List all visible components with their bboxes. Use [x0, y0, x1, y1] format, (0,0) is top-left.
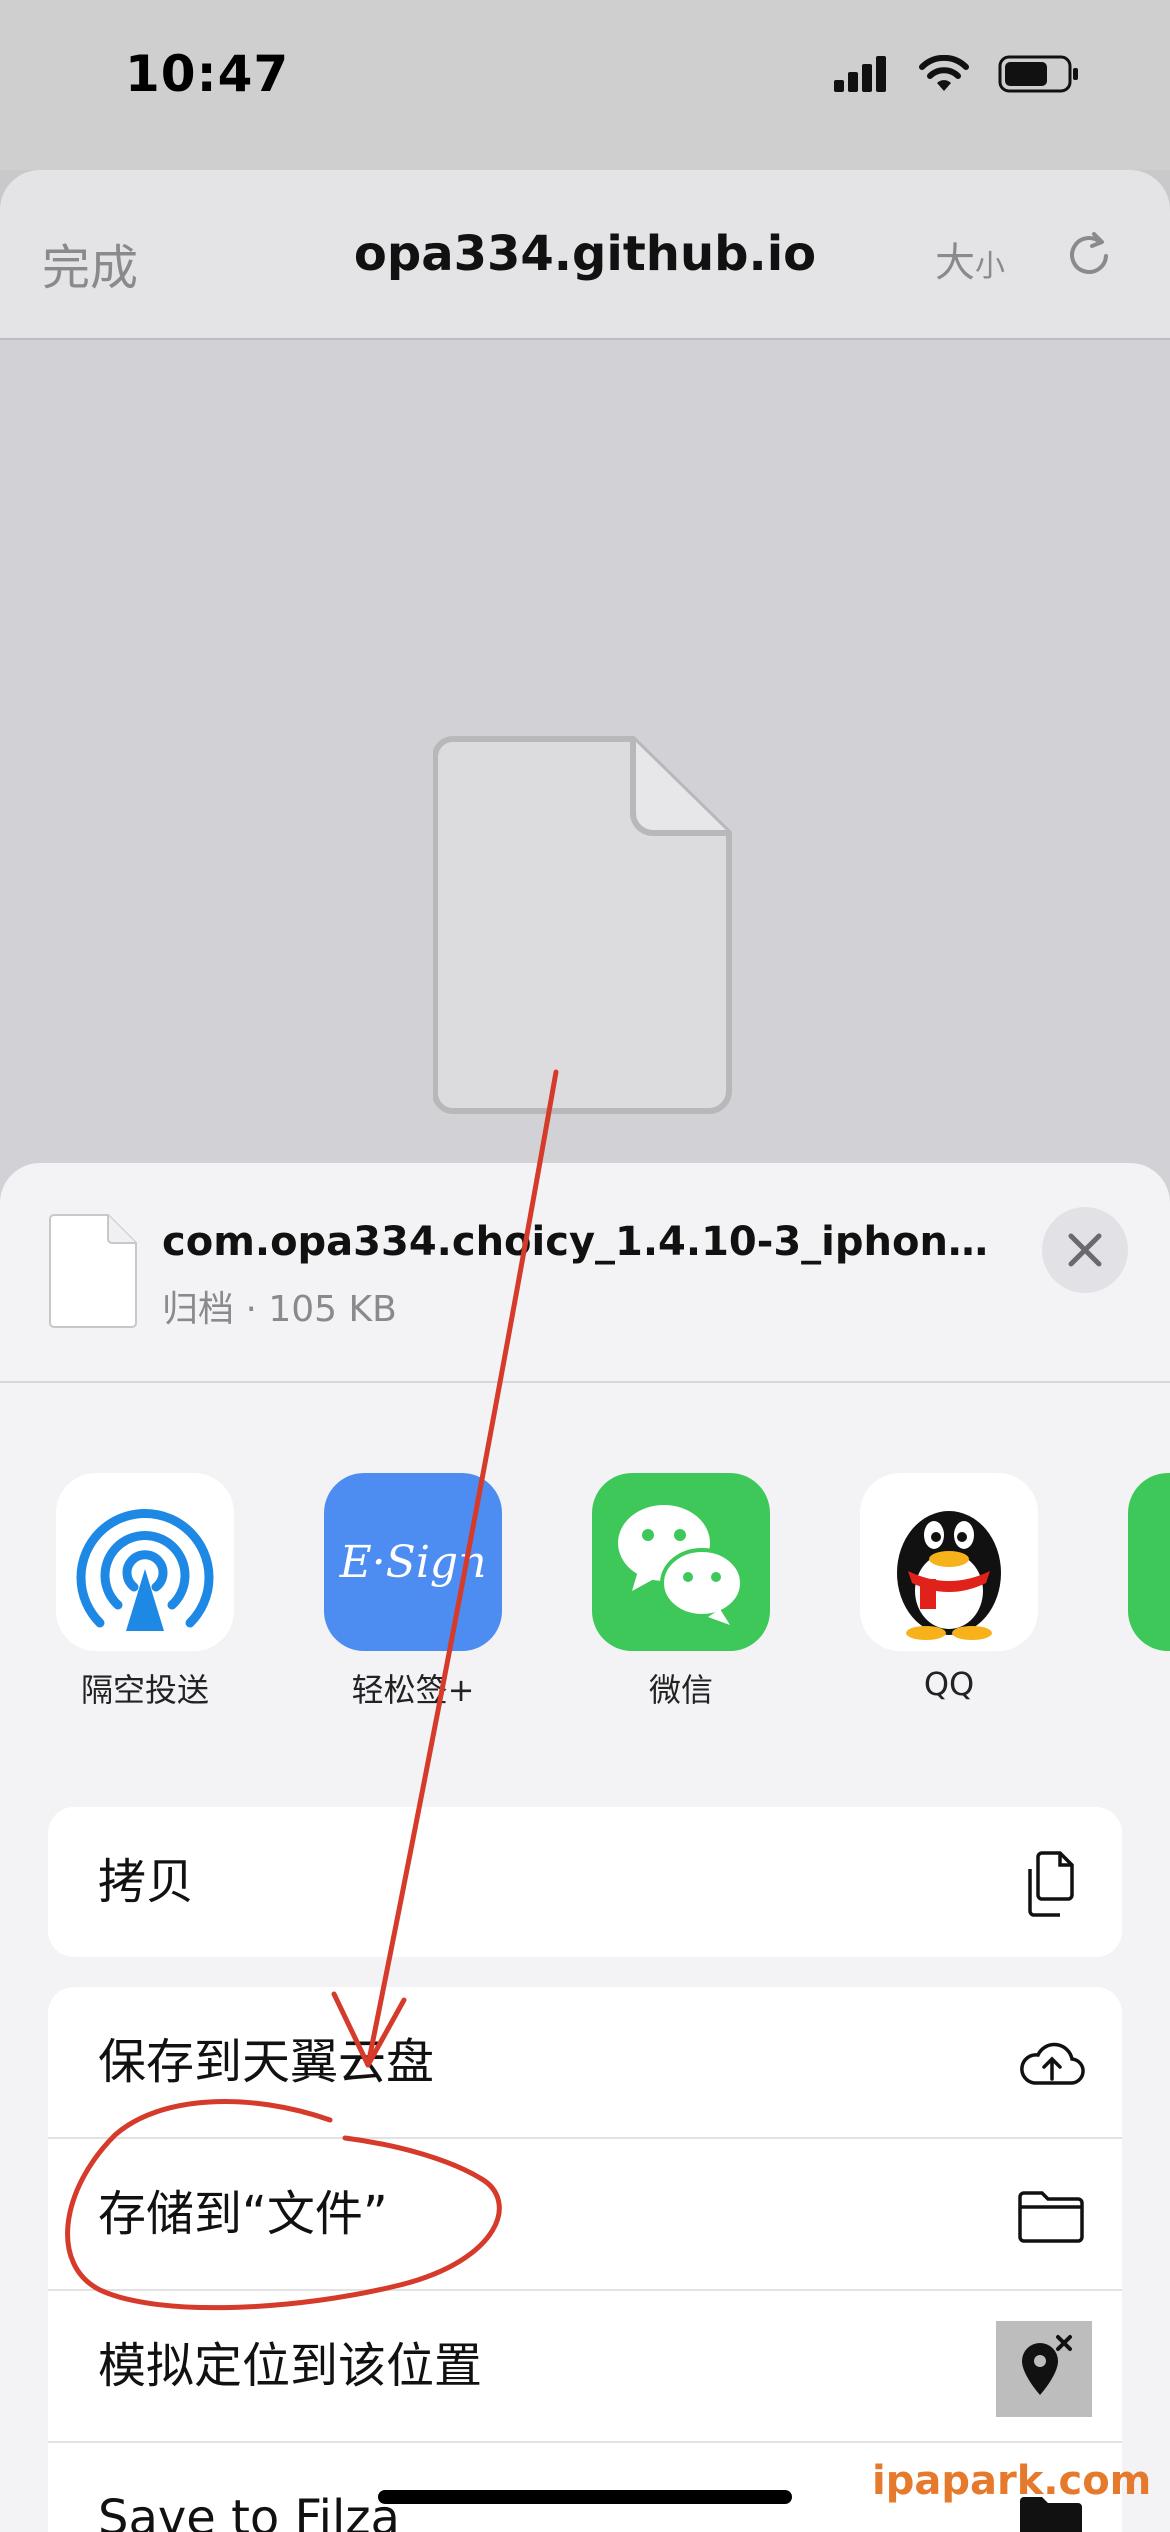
- share-app-partial[interactable]: 牛: [1127, 1473, 1170, 1711]
- action-save-to-files[interactable]: 存储到“文件”: [48, 2139, 1122, 2291]
- reload-icon[interactable]: [1062, 226, 1118, 282]
- battery-icon: [998, 55, 1078, 93]
- partial-app-icon: [1128, 1473, 1170, 1651]
- copy-icon: [1028, 1851, 1074, 1917]
- action-copy[interactable]: 拷贝: [48, 1807, 1122, 1957]
- file-name: com.opa334.choicy_1.4.10-3_iphone...: [162, 1219, 1002, 1265]
- action-simulate-location[interactable]: 模拟定位到该位置: [48, 2291, 1122, 2443]
- home-indicator: [378, 2490, 792, 2504]
- document-preview-icon: [433, 736, 732, 1114]
- close-button[interactable]: [1042, 1207, 1128, 1293]
- app-share-row: 隔空投送 E·Sign 轻松签+ 微信 QQ: [0, 1473, 1170, 1709]
- status-icons: [832, 55, 1080, 93]
- status-bar: 10:47: [0, 0, 1170, 170]
- esign-icon-text: E·Sign: [339, 1536, 487, 1588]
- watermark: ipapark.com: [872, 2458, 1152, 2504]
- airdrop-icon: [56, 1473, 234, 1651]
- action-save-to-tianyi-cloud[interactable]: 保存到天翼云盘: [48, 1987, 1122, 2139]
- action-label: 拷贝: [98, 1854, 195, 1910]
- status-time: 10:47: [125, 45, 290, 103]
- share-app-wechat[interactable]: 微信: [591, 1473, 771, 1711]
- qq-icon: [860, 1473, 1038, 1651]
- app-label: QQ: [923, 1665, 975, 1703]
- wechat-icon: [592, 1473, 770, 1651]
- action-label: 模拟定位到该位置: [98, 2338, 483, 2394]
- share-sheet: com.opa334.choicy_1.4.10-3_iphone... 归档 …: [0, 1163, 1170, 2532]
- text-size-small: 小: [975, 249, 1005, 284]
- cloud-upload-icon: [1020, 2042, 1085, 2085]
- share-app-qq[interactable]: QQ: [859, 1473, 1039, 1703]
- file-thumbnail-icon: [49, 1214, 137, 1328]
- action-group-save: 保存到天翼云盘 存储到“文件” 模拟定位到该位置 Save to Filza: [48, 1987, 1122, 2532]
- app-label: 轻松签+: [351, 1671, 475, 1709]
- folder-icon: [1018, 2191, 1084, 2243]
- app-label: 牛: [1127, 1665, 1170, 1711]
- app-label: 微信: [648, 1671, 713, 1709]
- share-header: com.opa334.choicy_1.4.10-3_iphone... 归档 …: [0, 1163, 1170, 1383]
- action-label: 保存到天翼云盘: [98, 2034, 435, 2090]
- wifi-icon: [919, 55, 969, 91]
- share-app-airdrop[interactable]: 隔空投送: [55, 1473, 235, 1711]
- text-size-big: 大: [935, 240, 975, 286]
- action-label: 存储到“文件”: [98, 2186, 388, 2242]
- text-size-button[interactable]: 大小: [935, 230, 1005, 288]
- share-app-esign[interactable]: E·Sign 轻松签+: [323, 1473, 503, 1711]
- location-pin-icon: [996, 2321, 1092, 2417]
- cellular-signal-icon: [834, 56, 886, 92]
- action-group-copy: 拷贝: [48, 1807, 1122, 1957]
- action-label: Save to Filza: [98, 2490, 400, 2532]
- close-icon: [1068, 1233, 1102, 1267]
- esign-app-icon: E·Sign: [324, 1473, 502, 1651]
- preview-header: 完成 opa334.github.io 大小: [0, 170, 1170, 340]
- file-meta: 归档 · 105 KB: [162, 1289, 397, 1330]
- app-label: 隔空投送: [80, 1671, 209, 1709]
